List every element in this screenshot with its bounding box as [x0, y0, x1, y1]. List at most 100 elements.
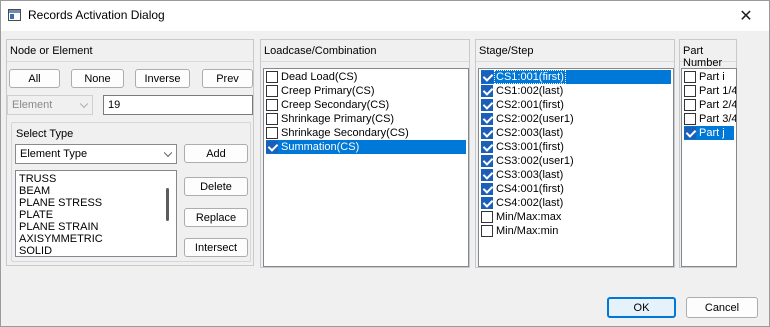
checkbox-checked-icon[interactable]: [481, 127, 493, 139]
checklist-item-label: CS2:001(first): [496, 99, 564, 111]
checklist-item-label: Part 2/4: [699, 99, 737, 111]
checkbox-checked-icon[interactable]: [266, 141, 278, 153]
checklist-item[interactable]: Creep Secondary(CS): [266, 98, 466, 112]
stage-step-panel: Stage/Step CS1:001(first) CS1:002(last) CS…: [475, 39, 675, 268]
checklist-item[interactable]: CS3:003(last): [481, 168, 671, 182]
checklist-item[interactable]: CS3:001(first): [481, 140, 671, 154]
checklist-item[interactable]: Part i: [684, 70, 734, 84]
node-or-element-header: Node or Element: [7, 40, 253, 62]
checkbox-checked-icon[interactable]: [481, 99, 493, 111]
list-item[interactable]: SOLID: [19, 245, 52, 256]
checklist-item[interactable]: Summation(CS): [266, 140, 466, 154]
checklist-item-label: CS4:002(last): [496, 197, 564, 209]
select-none-button[interactable]: None: [71, 69, 124, 88]
ok-button[interactable]: OK: [607, 297, 676, 318]
checkbox-checked-icon[interactable]: [481, 197, 493, 209]
add-button[interactable]: Add: [184, 144, 248, 163]
checklist-item[interactable]: CS2:003(last): [481, 126, 671, 140]
checklist-item[interactable]: CS4:002(last): [481, 196, 671, 210]
app-window-icon: [8, 9, 21, 21]
scrollbar-thumb[interactable]: [166, 188, 169, 221]
dialog-title: Records Activation Dialog: [28, 8, 165, 22]
element-type-select[interactable]: Element Type: [15, 144, 177, 164]
checkbox-checked-icon[interactable]: [481, 169, 493, 181]
select-type-panel: Select Type Element Type TRUSS BEAM PLAN…: [11, 122, 251, 262]
checkbox-unchecked-icon[interactable]: [266, 85, 278, 97]
checkbox-unchecked-icon[interactable]: [481, 211, 493, 223]
list-item[interactable]: PLANE STRAIN: [19, 221, 98, 233]
checklist-item-label: Min/Max:max: [496, 211, 562, 223]
part-number-header: Part Number: [680, 40, 736, 69]
checkbox-unchecked-icon[interactable]: [266, 71, 278, 83]
select-all-button[interactable]: All: [9, 69, 60, 88]
checklist-item[interactable]: Shrinkage Primary(CS): [266, 112, 466, 126]
loadcase-combination-header: Loadcase/Combination: [261, 40, 469, 62]
checklist-item-label: CS2:003(last): [496, 127, 564, 139]
checkbox-checked-icon[interactable]: [481, 85, 493, 97]
chevron-down-icon: [163, 148, 173, 158]
part-number-checklist[interactable]: Part i Part 1/4 Part 2/4 Part 3/4 Part j: [681, 68, 737, 267]
checklist-item[interactable]: CS2:002(user1): [481, 112, 671, 126]
checklist-item-label: CS3:002(user1): [496, 155, 574, 167]
loadcase-combination-panel: Loadcase/Combination Dead Load(CS) Creep …: [260, 39, 470, 268]
list-item[interactable]: AXISYMMETRIC: [19, 233, 103, 245]
checkbox-checked-icon[interactable]: [481, 141, 493, 153]
checkbox-unchecked-icon[interactable]: [266, 127, 278, 139]
inverse-button[interactable]: Inverse: [135, 69, 190, 88]
checkbox-unchecked-icon[interactable]: [684, 113, 696, 125]
close-button[interactable]: ✕: [723, 1, 769, 31]
checklist-item[interactable]: CS3:002(user1): [481, 154, 671, 168]
stage-step-header: Stage/Step: [476, 40, 674, 62]
checklist-item-label: CS4:001(first): [496, 183, 564, 195]
checkbox-unchecked-icon[interactable]: [481, 225, 493, 237]
prev-button[interactable]: Prev: [202, 69, 253, 88]
checklist-item[interactable]: Part 2/4: [684, 98, 737, 112]
list-item[interactable]: BEAM: [19, 185, 50, 197]
checklist-item[interactable]: CS2:001(first): [481, 98, 671, 112]
checklist-item[interactable]: CS1:001(first): [481, 70, 671, 84]
checkbox-unchecked-icon[interactable]: [684, 71, 696, 83]
checklist-item[interactable]: CS1:002(last): [481, 84, 671, 98]
list-item[interactable]: PLATE: [19, 209, 53, 221]
list-item[interactable]: PLANE STRESS: [19, 197, 102, 209]
select-type-label: Select Type: [16, 128, 74, 140]
stage-step-checklist[interactable]: CS1:001(first) CS1:002(last) CS2:001(first…: [478, 68, 674, 267]
checklist-item-label: Dead Load(CS): [281, 71, 358, 83]
checklist-item[interactable]: Min/Max:min: [481, 224, 671, 238]
checkbox-checked-icon[interactable]: [481, 183, 493, 195]
checkbox-unchecked-icon[interactable]: [266, 113, 278, 125]
checklist-item[interactable]: Shrinkage Secondary(CS): [266, 126, 466, 140]
element-type-list[interactable]: TRUSS BEAM PLANE STRESS PLATE PLANE STRA…: [15, 170, 177, 257]
checkbox-checked-icon[interactable]: [481, 155, 493, 167]
checklist-item-label: Min/Max:min: [496, 225, 559, 237]
checkbox-checked-icon[interactable]: [481, 113, 493, 125]
checklist-item-label: CS3:001(first): [496, 141, 564, 153]
checkbox-unchecked-icon[interactable]: [684, 85, 696, 97]
mode-select-value: Element: [12, 99, 53, 111]
checklist-item-label: Part j: [699, 127, 725, 139]
checkbox-checked-icon[interactable]: [684, 127, 696, 139]
checkbox-unchecked-icon[interactable]: [684, 99, 696, 111]
node-element-mode-select[interactable]: Element: [7, 95, 93, 115]
checkbox-unchecked-icon[interactable]: [266, 99, 278, 111]
checklist-item[interactable]: Creep Primary(CS): [266, 84, 466, 98]
checklist-item-label: CS1:001(first): [494, 70, 566, 84]
list-item[interactable]: TRUSS: [19, 173, 56, 185]
checklist-item-label: Part i: [699, 71, 725, 83]
checklist-item-label: CS2:002(user1): [496, 113, 574, 125]
intersect-button[interactable]: Intersect: [184, 238, 248, 257]
checkbox-checked-icon[interactable]: [481, 71, 493, 83]
element-id-input[interactable]: 19: [103, 95, 253, 115]
checklist-item[interactable]: Min/Max:max: [481, 210, 671, 224]
checklist-item[interactable]: Part j: [684, 126, 734, 140]
loadcase-checklist[interactable]: Dead Load(CS) Creep Primary(CS) Creep Seco…: [263, 68, 469, 267]
checklist-item[interactable]: Part 1/4: [684, 84, 736, 98]
checklist-item[interactable]: Dead Load(CS): [266, 70, 466, 84]
checklist-item[interactable]: Part 3/4: [684, 112, 736, 126]
replace-button[interactable]: Replace: [184, 208, 248, 227]
title-bar[interactable]: Records Activation Dialog ✕: [1, 1, 769, 31]
delete-button[interactable]: Delete: [184, 177, 248, 196]
checklist-item-label: Shrinkage Secondary(CS): [281, 127, 409, 139]
cancel-button[interactable]: Cancel: [686, 297, 758, 318]
checklist-item[interactable]: CS4:001(first): [481, 182, 671, 196]
